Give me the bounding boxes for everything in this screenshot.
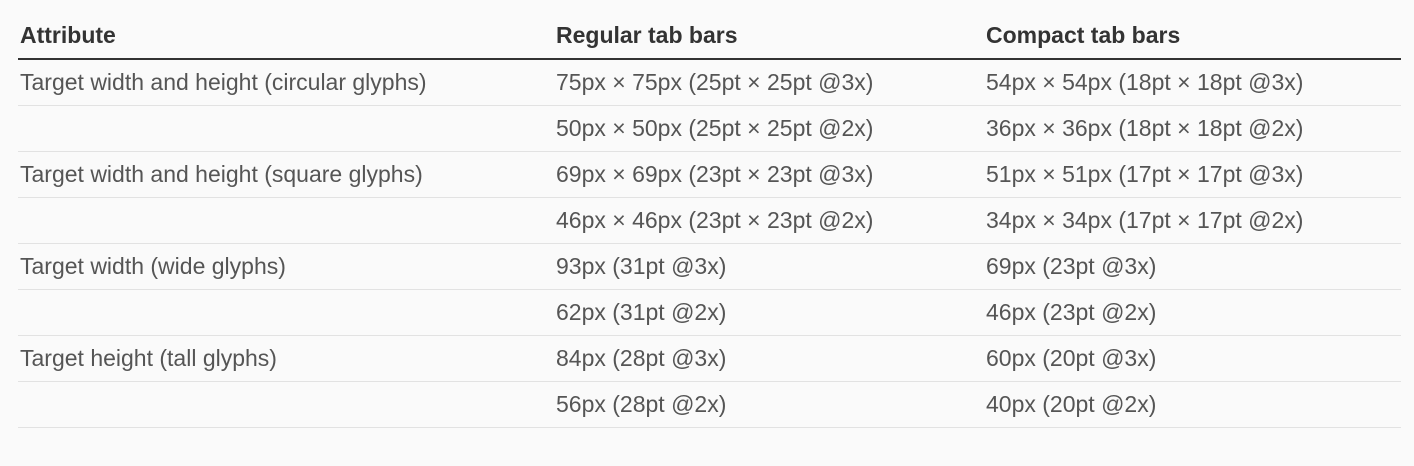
table-row: 50px × 50px (25pt × 25pt @2x) 36px × 36p… [18,106,1401,152]
table-row: 46px × 46px (23pt × 23pt @2x) 34px × 34p… [18,198,1401,244]
table-row: Target width (wide glyphs) 93px (31pt @3… [18,244,1401,290]
compact-size-cell: 46px (23pt @2x) [986,299,1157,325]
compact-size-cell: 36px × 36px (18pt × 18pt @2x) [986,115,1304,141]
compact-size-cell: 69px (23pt @3x) [986,253,1157,279]
regular-size-cell: 50px × 50px (25pt × 25pt @2x) [556,115,874,141]
table-row: 62px (31pt @2x) 46px (23pt @2x) [18,290,1401,336]
attribute-cell: Target width (wide glyphs) [20,253,286,279]
table-row: Target height (tall glyphs) 84px (28pt @… [18,336,1401,382]
regular-size-cell: 93px (31pt @3x) [556,253,727,279]
regular-size-cell: 62px (31pt @2x) [556,299,727,325]
regular-size-cell: 84px (28pt @3x) [556,345,727,371]
attribute-cell: Target width and height (square glyphs) [20,161,423,187]
attribute-cell [18,290,554,335]
table-row: Target width and height (square glyphs) … [18,152,1401,198]
regular-size-cell: 46px × 46px (23pt × 23pt @2x) [556,207,874,233]
compact-size-cell: 40px (20pt @2x) [986,391,1157,417]
attribute-cell [18,106,554,151]
table-row: Target width and height (circular glyphs… [18,60,1401,106]
column-header-attribute: Attribute [20,22,116,48]
tab-bar-sizes-table: Attribute Regular tab bars Compact tab b… [18,13,1401,428]
attribute-cell: Target width and height (circular glyphs… [20,69,427,95]
attribute-cell [18,198,554,243]
regular-size-cell: 75px × 75px (25pt × 25pt @3x) [556,69,874,95]
table-row: 56px (28pt @2x) 40px (20pt @2x) [18,382,1401,428]
column-header-regular-tab-bars: Regular tab bars [556,22,738,48]
regular-size-cell: 56px (28pt @2x) [556,391,727,417]
attribute-cell [18,382,554,427]
compact-size-cell: 60px (20pt @3x) [986,345,1157,371]
compact-size-cell: 34px × 34px (17pt × 17pt @2x) [986,207,1304,233]
compact-size-cell: 51px × 51px (17pt × 17pt @3x) [986,161,1304,187]
table-header-row: Attribute Regular tab bars Compact tab b… [18,13,1401,60]
column-header-compact-tab-bars: Compact tab bars [986,22,1181,48]
compact-size-cell: 54px × 54px (18pt × 18pt @3x) [986,69,1304,95]
regular-size-cell: 69px × 69px (23pt × 23pt @3x) [556,161,874,187]
attribute-cell: Target height (tall glyphs) [20,345,277,371]
